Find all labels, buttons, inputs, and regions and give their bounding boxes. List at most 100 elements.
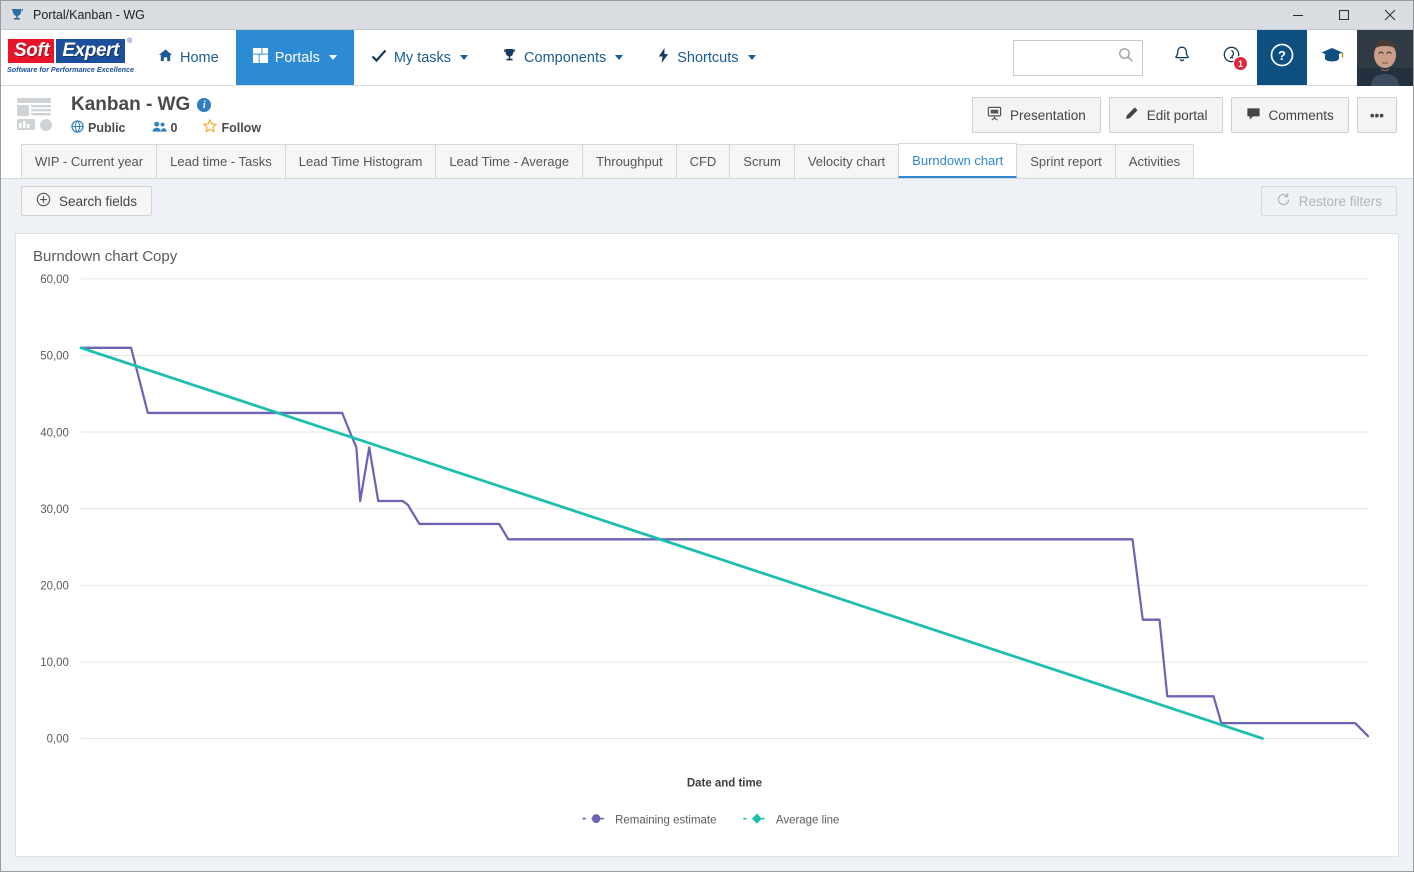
y-axis-tick-label: 20,00 xyxy=(40,578,69,592)
alerts-button[interactable]: 1 xyxy=(1207,30,1257,85)
tab-lead-time-average[interactable]: Lead Time - Average xyxy=(435,144,584,178)
bolt-icon xyxy=(657,48,670,67)
portal-tabs: WIP - Current year Lead time - Tasks Lea… xyxy=(1,143,1413,179)
logo-registered-mark: ® xyxy=(127,37,133,45)
y-axis-tick-label: 0,00 xyxy=(47,731,70,745)
y-axis-tick-label: 50,00 xyxy=(40,348,69,362)
portal-content: Burndown chart Copy 0,00 10,00 20,00 30,00 4… xyxy=(1,223,1413,871)
graduation-cap-icon xyxy=(1320,45,1344,70)
nav-item-components[interactable]: Components xyxy=(485,30,640,85)
tab-throughput[interactable]: Throughput xyxy=(582,144,677,178)
portal-members[interactable]: 0 xyxy=(152,120,178,136)
portal-members-count: 0 xyxy=(170,120,178,135)
chevron-down-icon xyxy=(747,55,756,60)
legend-item-average-line[interactable]: Average line xyxy=(743,812,840,827)
global-search[interactable] xyxy=(1013,39,1143,76)
application-navbar: Soft Expert ® Software for Performance E… xyxy=(1,30,1413,86)
presentation-icon xyxy=(987,106,1002,124)
search-fields-button[interactable]: Search fields xyxy=(21,186,153,216)
nav-item-portals[interactable]: Portals xyxy=(235,30,354,85)
chevron-down-icon xyxy=(460,55,469,60)
restore-filters-button[interactable]: Restore filters xyxy=(1260,186,1397,216)
portal-icon xyxy=(15,96,61,134)
tab-scrum[interactable]: Scrum xyxy=(729,144,795,178)
restore-icon xyxy=(1276,192,1291,210)
users-icon xyxy=(152,120,167,136)
alerts-badge: 1 xyxy=(1233,56,1248,71)
nav-item-label: Portals xyxy=(274,49,320,66)
logo-tagline: Software for Performance Excellence xyxy=(7,64,135,74)
tab-activities[interactable]: Activities xyxy=(1114,144,1195,178)
nav-item-label: Shortcuts xyxy=(677,49,739,66)
tab-wip-current-year[interactable]: WIP - Current year xyxy=(21,144,158,178)
notifications-button[interactable] xyxy=(1157,30,1207,85)
presentation-label: Presentation xyxy=(1009,107,1086,123)
trophy-favicon-icon xyxy=(9,7,25,23)
portal-actions: Presentation Edit portal Comments ••• xyxy=(971,97,1397,133)
restore-filters-label: Restore filters xyxy=(1298,193,1382,209)
filter-toolbar: Search fields Restore filters xyxy=(1,179,1413,223)
trophy-icon xyxy=(502,48,517,67)
more-options-button[interactable]: ••• xyxy=(1356,97,1397,133)
nav-item-home[interactable]: Home xyxy=(141,30,236,85)
chevron-down-icon xyxy=(615,55,624,60)
y-axis-tick-label: 60,00 xyxy=(40,272,69,286)
burndown-chart[interactable]: 0,00 10,00 20,00 30,00 40,00 50,00 60,00 Date a… xyxy=(16,234,1398,856)
chevron-down-icon xyxy=(328,55,337,60)
info-icon[interactable]: i xyxy=(197,98,212,112)
legend-label: Remaining estimate xyxy=(615,812,717,826)
logo-expert-text: Expert xyxy=(55,37,127,64)
edit-portal-label: Edit portal xyxy=(1146,107,1208,123)
portal-visibility[interactable]: Public xyxy=(71,119,126,136)
minimize-button[interactable] xyxy=(1275,1,1321,30)
nav-item-shortcuts[interactable]: Shortcuts xyxy=(640,30,772,85)
window-title: Portal/Kanban - WG xyxy=(33,8,145,22)
portal-title-text: Kanban - WG xyxy=(71,94,191,115)
tab-lead-time-tasks[interactable]: Lead time - Tasks xyxy=(156,144,286,178)
ellipsis-icon: ••• xyxy=(1369,107,1384,123)
search-input[interactable] xyxy=(1022,49,1118,66)
softexpert-logo[interactable]: Soft Expert ® Software for Performance E… xyxy=(1,30,141,85)
comment-icon xyxy=(1246,106,1261,124)
tab-lead-time-histogram[interactable]: Lead Time Histogram xyxy=(284,144,437,178)
plus-circle-icon xyxy=(36,192,51,210)
window-controls xyxy=(1275,1,1413,30)
help-button[interactable]: ? xyxy=(1257,30,1307,85)
home-icon xyxy=(158,48,173,67)
application-window: Portal/Kanban - WG Soft Expert ® Softwar… xyxy=(0,0,1414,872)
portal-follow[interactable]: Follow xyxy=(203,118,261,136)
edit-portal-button[interactable]: Edit portal xyxy=(1108,97,1223,133)
portal-meta: Public 0 Follow xyxy=(71,118,261,136)
navbar-items: Home Portals My tasks Components Shortcu… xyxy=(141,30,773,85)
search-fields-label: Search fields xyxy=(59,193,138,209)
y-axis-tick-label: 40,00 xyxy=(40,425,69,439)
check-icon xyxy=(371,48,387,68)
search-icon[interactable] xyxy=(1118,47,1134,68)
comments-button[interactable]: Comments xyxy=(1230,97,1349,133)
series-line-remaining-estimate[interactable] xyxy=(79,346,1370,738)
academy-button[interactable] xyxy=(1307,30,1357,85)
x-axis-title: Date and time xyxy=(687,775,763,789)
tab-burndown-chart[interactable]: Burndown chart xyxy=(898,143,1018,178)
burndown-chart-card: Burndown chart Copy 0,00 10,00 20,00 30,00 4… xyxy=(15,233,1399,857)
navbar-right: 1 ? xyxy=(1013,30,1413,86)
tab-sprint-report[interactable]: Sprint report xyxy=(1016,144,1116,178)
page-title: Kanban - WG i xyxy=(71,94,261,116)
tab-cfd[interactable]: CFD xyxy=(675,144,731,178)
nav-item-my-tasks[interactable]: My tasks xyxy=(354,30,485,85)
tab-velocity-chart[interactable]: Velocity chart xyxy=(793,144,900,178)
nav-item-label: Home xyxy=(180,49,219,66)
close-button[interactable] xyxy=(1367,1,1413,30)
nav-item-label: My tasks xyxy=(393,49,452,66)
presentation-button[interactable]: Presentation xyxy=(971,97,1101,133)
maximize-button[interactable] xyxy=(1321,1,1367,30)
series-line-average-line[interactable] xyxy=(79,346,1264,740)
user-avatar[interactable] xyxy=(1357,30,1413,86)
logo-soft-text: Soft xyxy=(7,37,56,64)
star-icon xyxy=(203,118,218,136)
y-axis-tick-label: 30,00 xyxy=(40,502,69,516)
comments-label: Comments xyxy=(1268,107,1334,123)
y-axis-tick-label: 10,00 xyxy=(40,655,69,669)
window-titlebar: Portal/Kanban - WG xyxy=(1,1,1413,30)
legend-item-remaining-estimate[interactable]: Remaining estimate xyxy=(582,812,717,827)
